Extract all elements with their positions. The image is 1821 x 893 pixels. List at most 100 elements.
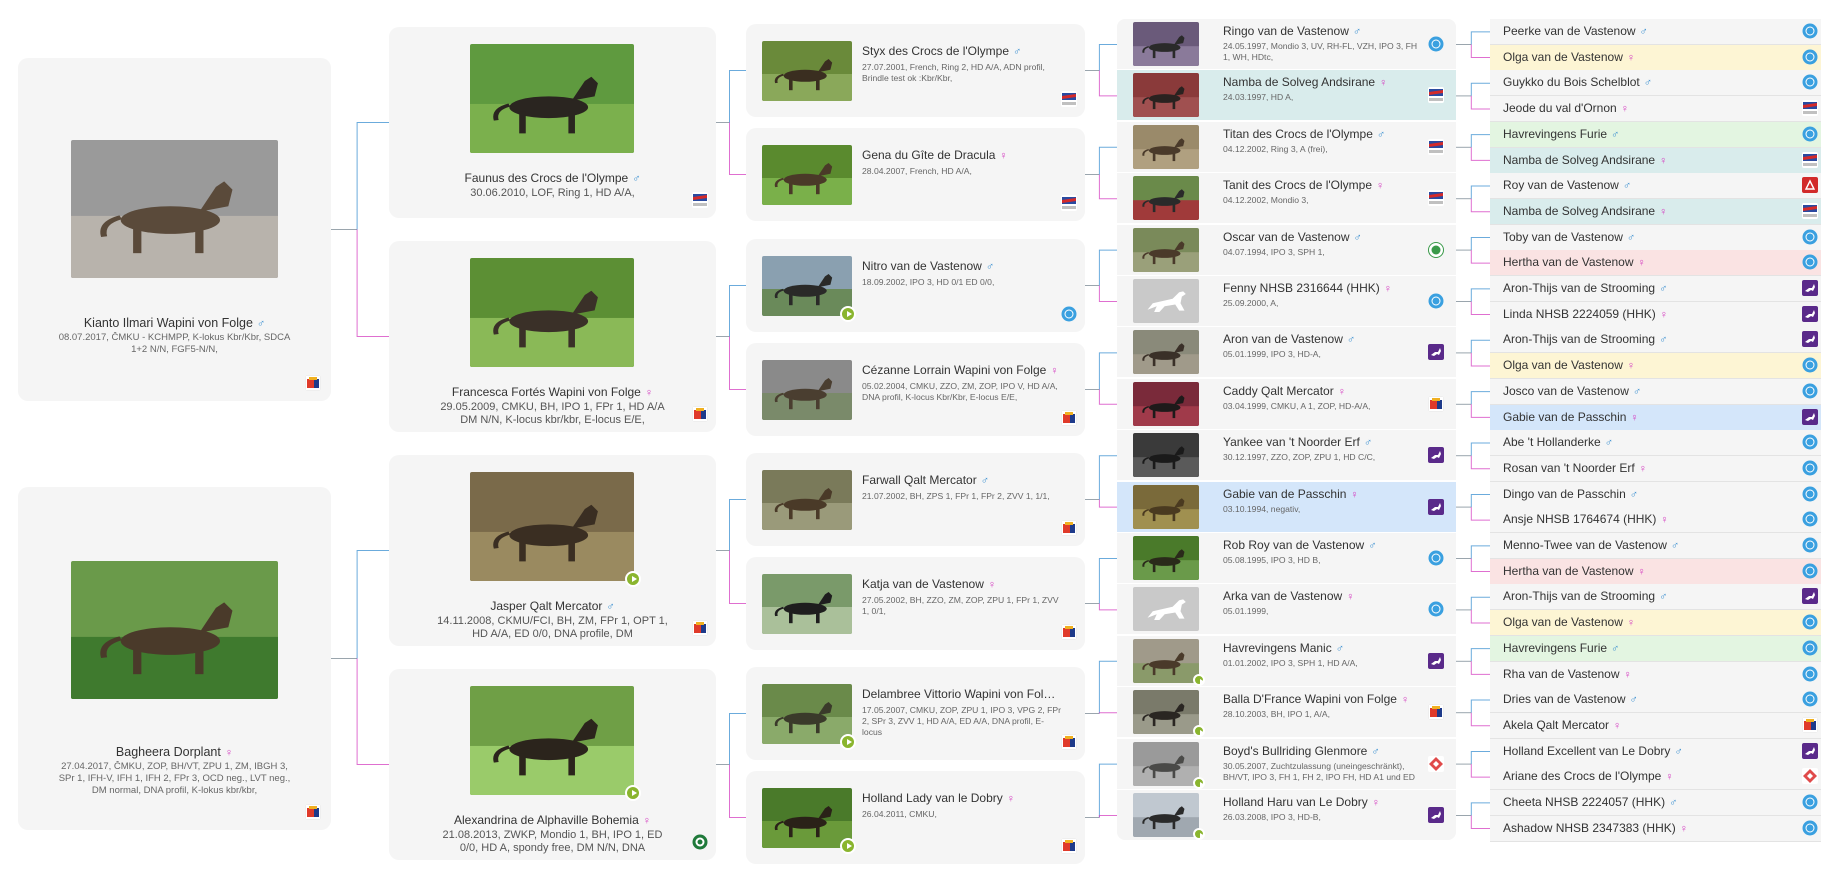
pedigree-row-gen5[interactable]: Peerke van de Vastenow ♂ xyxy=(1490,19,1821,45)
pedigree-row-gen5[interactable]: Guykko du Bois Schelblot ♂ xyxy=(1490,70,1821,96)
dog-name[interactable]: Ariane des Crocs de l'Olympe ♀ xyxy=(1503,769,1674,783)
video-play-icon[interactable] xyxy=(625,571,641,587)
dog-photo[interactable] xyxy=(762,574,852,634)
dog-photo[interactable] xyxy=(71,140,278,278)
dog-photo[interactable] xyxy=(762,788,852,848)
registry-flag-icon[interactable] xyxy=(1061,520,1077,536)
pedigree-row-gen5[interactable]: Ansje NHSB 1764674 (HHK) ♀ xyxy=(1490,507,1821,533)
pedigree-row-gen5[interactable]: Havrevingens Furie ♂ xyxy=(1490,122,1821,148)
pedigree-card-gen1[interactable]: Bagheera Dorplant ♀ 27.04.2017, ČMKU, ZOP,… xyxy=(18,487,331,830)
dog-name[interactable]: Menno-Twee van de Vastenow ♂ xyxy=(1503,538,1679,552)
pedigree-card-gen4[interactable]: Oscar van de Vastenow ♂ 04.07.1994, IPO 3,… xyxy=(1117,225,1456,275)
registry-flag-icon[interactable] xyxy=(1428,139,1444,155)
pedigree-row-gen5[interactable]: Ashadow NHSB 2347383 (HHK) ♀ xyxy=(1490,816,1821,842)
pedigree-card-gen3[interactable]: Katja van de Vastenow ♀ 27.05.2002, BH, ZZ… xyxy=(746,557,1085,650)
dog-name[interactable]: Kianto Ilmari Wapini von Folge ♂ xyxy=(28,316,321,330)
pedigree-card-gen4[interactable]: Gabie van de Passchin ♀ 03.10.1994, negati… xyxy=(1117,482,1456,532)
registry-flag-icon[interactable] xyxy=(1802,820,1818,836)
dog-photo[interactable] xyxy=(1133,639,1199,683)
registry-flag-icon[interactable] xyxy=(1802,100,1818,116)
dog-photo[interactable] xyxy=(71,561,278,699)
dog-photo[interactable] xyxy=(1133,793,1199,837)
registry-flag-icon[interactable] xyxy=(1802,331,1818,347)
dog-name[interactable]: Aron-Thijs van de Strooming ♂ xyxy=(1503,589,1667,603)
dog-name[interactable]: Rob Roy van de Vastenow ♂ xyxy=(1223,538,1423,552)
video-play-icon[interactable] xyxy=(1193,777,1205,789)
pedigree-row-gen5[interactable]: Namba de Solveg Andsirane ♀ xyxy=(1490,148,1821,174)
dog-name[interactable]: Fenny NHSB 2316644 (HHK) ♀ xyxy=(1223,281,1423,295)
pedigree-card-gen2[interactable]: Jasper Qalt Mercator ♂ 14.11.2008, CKMU/FC… xyxy=(389,455,716,646)
dog-name[interactable]: Gabie van de Passchin ♀ xyxy=(1503,410,1639,424)
pedigree-row-gen5[interactable]: Aron-Thijs van de Strooming ♂ xyxy=(1490,327,1821,353)
dog-name[interactable]: Ansje NHSB 1764674 (HHK) ♀ xyxy=(1503,512,1669,526)
dog-name[interactable]: Roy van de Vastenow ♂ xyxy=(1503,178,1631,192)
dog-name[interactable]: Aron-Thijs van de Strooming ♂ xyxy=(1503,281,1667,295)
pedigree-row-gen5[interactable]: Rha van de Vastenow ♀ xyxy=(1490,662,1821,688)
registry-flag-icon[interactable] xyxy=(1428,601,1444,617)
dog-name[interactable]: Bagheera Dorplant ♀ xyxy=(28,745,321,759)
registry-flag-icon[interactable] xyxy=(1428,36,1444,52)
registry-flag-icon[interactable] xyxy=(1802,49,1818,65)
registry-flag-icon[interactable] xyxy=(1802,152,1818,168)
dog-name[interactable]: Dries van de Vastenow ♂ xyxy=(1503,692,1638,706)
dog-photo[interactable] xyxy=(1133,742,1199,786)
registry-flag-icon[interactable] xyxy=(1802,409,1818,425)
dog-name[interactable]: Yankee van 't Noorder Erf ♂ xyxy=(1223,435,1423,449)
registry-flag-icon[interactable] xyxy=(1802,563,1818,579)
dog-photo[interactable] xyxy=(762,41,852,101)
registry-flag-icon[interactable] xyxy=(1802,306,1818,322)
pedigree-card-gen4[interactable]: Ringo van de Vastenow ♂ 24.05.1997, Mondio… xyxy=(1117,19,1456,69)
pedigree-card-gen3[interactable]: Cézanne Lorrain Wapini von Folge ♀ 05.02.2… xyxy=(746,343,1085,436)
dog-name[interactable]: Holland Haru van Le Dobry ♀ xyxy=(1223,795,1423,809)
dog-photo[interactable] xyxy=(1133,176,1199,220)
dog-name[interactable]: Oscar van de Vastenow ♂ xyxy=(1223,230,1423,244)
dog-name[interactable]: Titan des Crocs de l'Olympe ♂ xyxy=(1223,127,1423,141)
registry-flag-icon[interactable] xyxy=(1428,550,1444,566)
registry-flag-icon[interactable] xyxy=(1802,743,1818,759)
dog-name[interactable]: Gena du Gîte de Dracula ♀ xyxy=(862,148,1062,162)
registry-flag-icon[interactable] xyxy=(692,834,708,850)
dog-photo[interactable] xyxy=(1133,536,1199,580)
registry-flag-icon[interactable] xyxy=(1428,756,1444,772)
dog-name[interactable]: Holland Excellent van Le Dobry ♂ xyxy=(1503,744,1683,758)
pedigree-card-gen3[interactable]: Nitro van de Vastenow ♂ 18.09.2002, IPO 3,… xyxy=(746,239,1085,332)
pedigree-row-gen5[interactable]: Holland Excellent van Le Dobry ♂ xyxy=(1490,739,1821,765)
dog-name[interactable]: Jeode du val d'Ornon ♀ xyxy=(1503,101,1629,115)
dog-name[interactable]: Ringo van de Vastenow ♂ xyxy=(1223,24,1423,38)
pedigree-row-gen5[interactable]: Hertha van de Vastenow ♀ xyxy=(1490,559,1821,585)
dog-photo[interactable] xyxy=(1133,228,1199,272)
pedigree-row-gen5[interactable]: Olga van de Vastenow ♀ xyxy=(1490,353,1821,379)
video-play-icon[interactable] xyxy=(1193,725,1205,737)
registry-flag-icon[interactable] xyxy=(1802,588,1818,604)
pedigree-row-gen5[interactable]: Namba de Solveg Andsirane ♀ xyxy=(1490,199,1821,225)
video-play-icon[interactable] xyxy=(840,838,856,854)
dog-name[interactable]: Jasper Qalt Mercator ♂ xyxy=(399,599,706,613)
pedigree-row-gen5[interactable]: Josco van de Vastenow ♂ xyxy=(1490,379,1821,405)
dog-name[interactable]: Katja van de Vastenow ♀ xyxy=(862,577,1062,591)
pedigree-card-gen4[interactable]: Tanit des Crocs de l'Olympe ♀ 04.12.2002, … xyxy=(1117,173,1456,223)
dog-photo[interactable] xyxy=(470,258,634,367)
dog-name[interactable]: Arka van de Vastenow ♀ xyxy=(1223,589,1423,603)
registry-flag-icon[interactable] xyxy=(1061,838,1077,854)
dog-name[interactable]: Akela Qalt Mercator ♀ xyxy=(1503,718,1621,732)
pedigree-card-gen4[interactable]: Fenny NHSB 2316644 (HHK) ♀ 25.09.2000, A, xyxy=(1117,276,1456,326)
pedigree-row-gen5[interactable]: Jeode du val d'Ornon ♀ xyxy=(1490,96,1821,122)
registry-flag-icon[interactable] xyxy=(1802,203,1818,219)
registry-flag-icon[interactable] xyxy=(1802,229,1818,245)
pedigree-card-gen3[interactable]: Styx des Crocs de l'Olympe ♂ 27.07.2001, F… xyxy=(746,24,1085,117)
registry-flag-icon[interactable] xyxy=(1428,242,1444,258)
registry-flag-icon[interactable] xyxy=(1061,91,1077,107)
dog-name[interactable]: Farwall Qalt Mercator ♂ xyxy=(862,473,1062,487)
pedigree-row-gen5[interactable]: Aron-Thijs van de Strooming ♂ xyxy=(1490,276,1821,302)
registry-flag-icon[interactable] xyxy=(1802,280,1818,296)
registry-flag-icon[interactable] xyxy=(1428,499,1444,515)
dog-name[interactable]: Hertha van de Vastenow ♀ xyxy=(1503,255,1646,269)
dog-name[interactable]: Gabie van de Passchin ♀ xyxy=(1223,487,1423,501)
pedigree-row-gen5[interactable]: Linda NHSB 2224059 (HHK) ♀ xyxy=(1490,302,1821,328)
dog-photo[interactable] xyxy=(1133,330,1199,374)
dog-name[interactable]: Josco van de Vastenow ♂ xyxy=(1503,384,1641,398)
dog-name[interactable]: Namba de Solveg Andsirane ♀ xyxy=(1223,75,1423,89)
registry-flag-icon[interactable] xyxy=(1061,734,1077,750)
pedigree-card-gen4[interactable]: Namba de Solveg Andsirane ♀ 24.03.1997, HD… xyxy=(1117,70,1456,120)
registry-flag-icon[interactable] xyxy=(1428,190,1444,206)
